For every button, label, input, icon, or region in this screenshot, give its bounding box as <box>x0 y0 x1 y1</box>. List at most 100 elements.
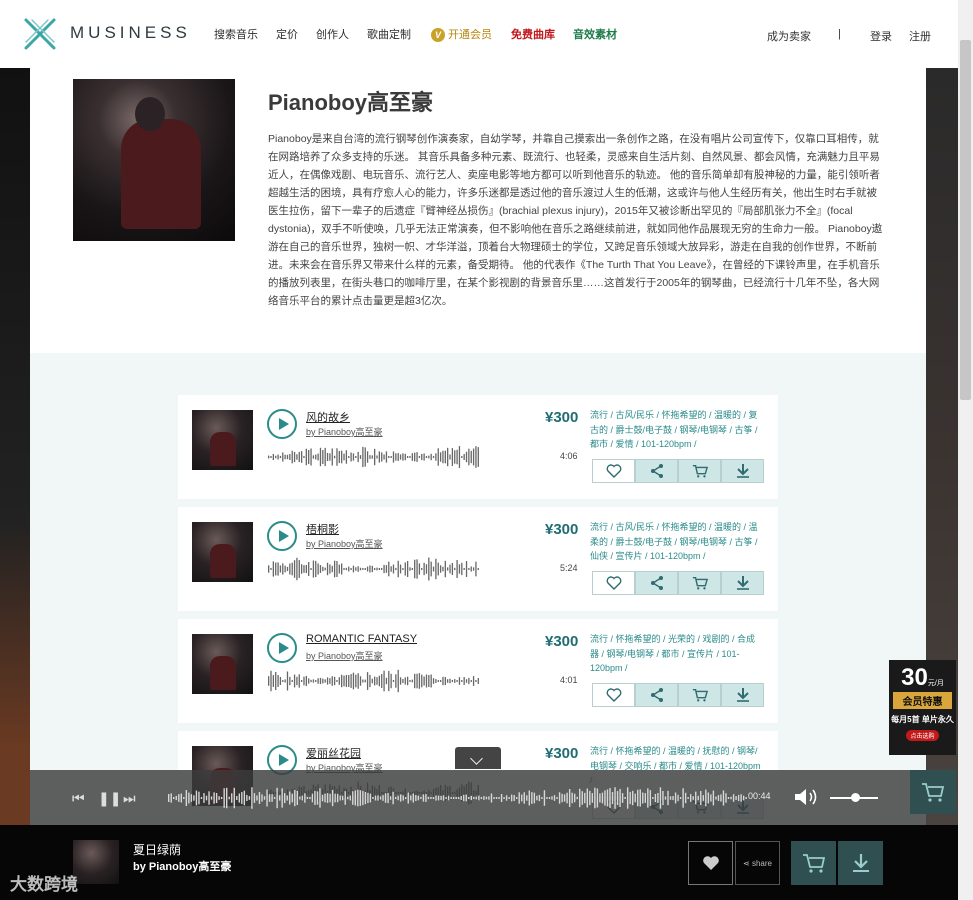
artist-photo <box>73 79 235 241</box>
share-button[interactable] <box>635 683 678 707</box>
previous-icon[interactable]: ⏮ <box>72 790 85 807</box>
next-icon[interactable]: ⏭ <box>123 790 136 807</box>
promo-unit: 元/月 <box>927 680 944 687</box>
now-playing-bar: 夏日绿荫 by Pianoboy高至豪 ⋖ share <box>0 825 958 900</box>
login-link[interactable]: 登录 <box>870 28 892 44</box>
artist-head <box>135 97 165 131</box>
add-to-cart-button[interactable] <box>678 571 721 595</box>
track-title[interactable]: ROMANTIC FANTASY <box>306 633 417 645</box>
volume-icon[interactable] <box>793 787 821 807</box>
promo-line: 每月5首 单片永久 <box>891 715 954 724</box>
scrollbar-thumb[interactable] <box>960 40 971 400</box>
download-button[interactable] <box>721 459 764 483</box>
track-tags[interactable]: 流行 / 古风/民乐 / 怀拖希望的 / 温暖的 / 温柔的 / 爵士鼓/电子鼓… <box>590 520 762 564</box>
heart-icon <box>606 687 622 703</box>
promo-price: 30 <box>901 664 928 691</box>
track-tags[interactable]: 流行 / 怀拖希望的 / 光荣的 / 戏剧的 / 合成器 / 钢琴/电钢琴 / … <box>590 632 762 676</box>
share-icon <box>649 687 665 703</box>
like-button[interactable] <box>688 841 733 885</box>
audio-player: ⏮ ❚❚ ⏭ 00:44 <box>30 770 926 825</box>
cart-icon <box>802 854 825 873</box>
cart-icon <box>692 687 708 703</box>
player-waveform[interactable] <box>168 787 748 809</box>
track-price: ¥300 <box>545 521 579 538</box>
register-link[interactable]: 注册 <box>909 28 931 44</box>
nav-free-library[interactable]: 免费曲库 <box>511 26 555 42</box>
track-price: ¥300 <box>545 745 579 762</box>
track-waveform[interactable] <box>268 669 480 693</box>
track-tags[interactable]: 流行 / 古风/民乐 / 怀拖希望的 / 温暖的 / 复古的 / 爵士鼓/电子鼓… <box>590 408 762 452</box>
track-title[interactable]: 梧桐影 <box>306 521 339 537</box>
collapse-player-button[interactable] <box>455 747 501 769</box>
track-actions <box>592 683 764 707</box>
add-to-cart-button[interactable] <box>791 841 836 885</box>
track-card: ROMANTIC FANTASY by Pianoboy高至豪 4:01 ¥300 流行… <box>178 619 778 723</box>
nav-vip[interactable]: V 开通会员 <box>431 26 492 42</box>
track-thumbnail[interactable] <box>192 522 253 582</box>
play-icon[interactable] <box>267 409 297 439</box>
nav-vip-label: 开通会员 <box>448 29 492 41</box>
favorite-button[interactable] <box>592 459 635 483</box>
share-icon <box>649 463 665 479</box>
track-duration: 5:24 <box>560 563 578 573</box>
track-title[interactable]: 爱丽丝花园 <box>306 745 361 761</box>
now-playing-thumbnail <box>73 840 119 884</box>
volume-knob[interactable] <box>851 793 860 802</box>
promo-price-row: 30元/月 <box>889 664 956 692</box>
add-to-cart-button[interactable] <box>678 683 721 707</box>
play-icon[interactable] <box>267 521 297 551</box>
now-playing-title[interactable]: 夏日绿荫 <box>133 841 181 858</box>
track-waveform[interactable] <box>268 557 480 581</box>
side-cart-button[interactable] <box>910 770 956 814</box>
heart-icon <box>606 463 622 479</box>
nav-sound-effects[interactable]: 音效素材 <box>573 26 617 42</box>
share-button[interactable]: ⋖ share <box>735 841 780 885</box>
separator: | <box>838 28 841 40</box>
cart-icon <box>692 463 708 479</box>
download-icon <box>735 463 751 479</box>
track-actions <box>592 459 764 483</box>
site-header: MUSINESS 搜索音乐 定价 创作人 歌曲定制 V 开通会员 免费曲库 音效素… <box>0 0 958 68</box>
watermark-logo: 大数跨境 <box>10 875 78 894</box>
share-label: share <box>751 858 772 868</box>
download-icon <box>735 575 751 591</box>
share-icon <box>649 575 665 591</box>
pause-icon[interactable]: ❚❚ <box>98 790 121 807</box>
share-button[interactable] <box>635 571 678 595</box>
promo-band: 会员特惠 <box>893 692 952 709</box>
download-icon <box>735 687 751 703</box>
heart-icon <box>606 575 622 591</box>
now-playing-artist[interactable]: by Pianoboy高至豪 <box>133 858 231 874</box>
nav-custom-song[interactable]: 歌曲定制 <box>367 26 411 42</box>
download-button[interactable] <box>721 571 764 595</box>
nav-creators[interactable]: 创作人 <box>316 26 349 42</box>
nav-pricing[interactable]: 定价 <box>276 26 298 42</box>
artist-profile: Pianoboy高至豪 Pianoboy是来自台湾的流行钢琴创作演奏家，自幼学琴… <box>30 68 926 353</box>
brand-name[interactable]: MUSINESS <box>70 23 191 43</box>
track-waveform[interactable] <box>268 445 480 469</box>
track-price: ¥300 <box>545 633 579 650</box>
artist-name: Pianoboy高至豪 <box>268 90 434 115</box>
play-icon[interactable] <box>267 633 297 663</box>
share-button[interactable] <box>635 459 678 483</box>
track-artist[interactable]: by Pianoboy高至豪 <box>306 649 383 662</box>
track-card: 风的故乡 by Pianoboy高至豪 4:06 ¥300 流行 / 古风/民乐 / 怀… <box>178 395 778 499</box>
cart-icon <box>692 575 708 591</box>
download-button[interactable] <box>838 841 883 885</box>
vip-promo-badge[interactable]: 30元/月 会员特惠 每月5首 单片永久 点击选购 <box>889 660 956 755</box>
musiness-logo-icon[interactable] <box>22 16 58 52</box>
promo-cta[interactable]: 点击选购 <box>906 730 939 741</box>
favorite-button[interactable] <box>592 571 635 595</box>
track-artist[interactable]: by Pianoboy高至豪 <box>306 425 383 438</box>
favorite-button[interactable] <box>592 683 635 707</box>
track-thumbnail[interactable] <box>192 634 253 694</box>
track-thumbnail[interactable] <box>192 410 253 470</box>
add-to-cart-button[interactable] <box>678 459 721 483</box>
become-seller-link[interactable]: 成为卖家 <box>767 28 811 44</box>
nav-search-music[interactable]: 搜索音乐 <box>214 26 258 42</box>
track-title[interactable]: 风的故乡 <box>306 409 350 425</box>
download-button[interactable] <box>721 683 764 707</box>
track-artist[interactable]: by Pianoboy高至豪 <box>306 537 383 550</box>
track-actions <box>592 571 764 595</box>
share-icon: ⋖ <box>743 858 750 868</box>
